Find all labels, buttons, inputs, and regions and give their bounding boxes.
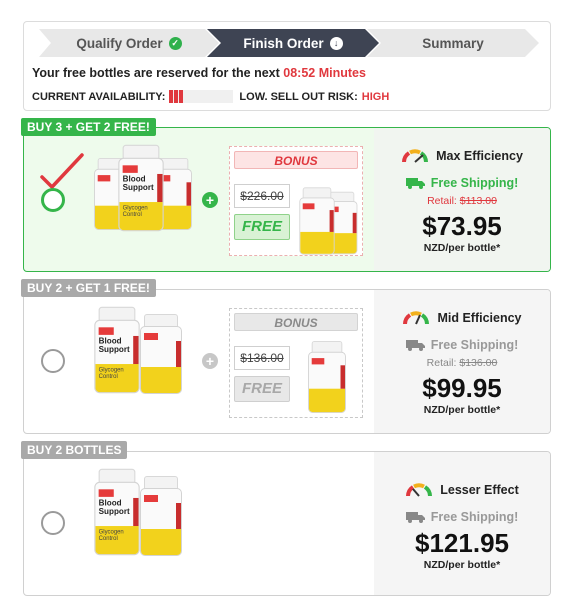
- offer-1-pricing: Max Efficiency Free Shipping! Retail: $1…: [374, 128, 550, 271]
- offer-2-pricing: Mid Efficiency Free Shipping! Retail: $1…: [374, 290, 550, 433]
- check-circle-icon: ✓: [168, 36, 182, 50]
- retail-price-row: Retail: $113.00: [374, 195, 550, 207]
- bonus-label: BONUS: [234, 313, 358, 331]
- checkmark-icon: [40, 153, 84, 189]
- retail-price: $136.00: [459, 357, 498, 369]
- offer-1-bonus-box: BONUS $226.00 FREE: [229, 146, 363, 256]
- truck-icon: [405, 178, 425, 189]
- bottle-image: [308, 341, 346, 413]
- countdown-timer: 08:52 Minutes: [283, 66, 366, 80]
- bottle-image: [299, 187, 335, 255]
- per-bottle-label: NZD/per bottle*: [423, 242, 501, 254]
- offer-card-buy2[interactable]: Blood Support Glycogen Control Lesser Eff…: [23, 451, 551, 596]
- offer-3-radio[interactable]: [41, 511, 65, 535]
- efficiency-label: Max Efficiency: [436, 149, 523, 163]
- availability-row: CURRENT AVAILABILITY: LOW. SELL OUT RISK…: [32, 90, 389, 103]
- checkout-progress-panel: Qualify Order ✓ Finish Order ↓ Summary Y…: [23, 21, 551, 111]
- bonus-free-label: FREE: [234, 214, 290, 240]
- shipping-row: Free Shipping!: [374, 510, 550, 524]
- shipping-row: Free Shipping!: [374, 176, 550, 190]
- offer-price: $121.95: [415, 528, 509, 558]
- gauge-icon: [406, 483, 433, 497]
- bottle-title-2: Support: [98, 506, 130, 517]
- checkout-steps: Qualify Order ✓ Finish Order ↓ Summary: [39, 29, 539, 57]
- offer-2-radio[interactable]: [41, 349, 65, 373]
- plus-icon: +: [202, 192, 218, 208]
- availability-label: CURRENT AVAILABILITY:: [32, 90, 166, 103]
- bonus-old-price: $136.00: [234, 346, 290, 370]
- stock-segment: [174, 90, 179, 103]
- retail-label: Retail:: [427, 195, 457, 207]
- efficiency-row: Max Efficiency: [374, 148, 550, 164]
- efficiency-row: Lesser Effect: [374, 482, 550, 498]
- reservation-message: Your free bottles are reserved for the n…: [32, 66, 366, 80]
- offer-price: $73.95: [422, 211, 502, 241]
- reservation-text: Your free bottles are reserved for the n…: [32, 66, 280, 80]
- bonus-label: BONUS: [234, 151, 358, 169]
- risk-value: HIGH: [361, 90, 390, 103]
- efficiency-label: Mid Efficiency: [437, 311, 522, 325]
- offer-3-tag: BUY 2 BOTTLES: [21, 441, 128, 459]
- arrow-down-circle-icon: ↓: [329, 36, 343, 50]
- bottle-image: [140, 476, 182, 556]
- bottle-subtitle: Glycogen Control: [98, 367, 124, 381]
- step-summary-label: Summary: [422, 35, 484, 51]
- bottle-image: Blood Support Glycogen Control: [94, 468, 140, 556]
- offer-2-tag: BUY 2 + GET 1 FREE!: [21, 279, 156, 297]
- bottle-image: Blood Support Glycogen Control: [118, 144, 164, 232]
- offer-2-bonus-box: BONUS $136.00 FREE: [229, 308, 363, 418]
- shipping-label: Free Shipping!: [430, 338, 519, 352]
- truck-icon: [405, 340, 425, 351]
- bonus-old-price: $226.00: [234, 184, 290, 208]
- offer-1-tag: BUY 3 + GET 2 FREE!: [21, 118, 156, 136]
- step-qualify-label: Qualify Order: [76, 35, 163, 51]
- retail-price-row: Retail: $136.00: [374, 357, 550, 369]
- offer-1-radio[interactable]: [41, 188, 65, 212]
- per-bottle-label: NZD/per bottle*: [423, 404, 501, 416]
- per-bottle-label: NZD/per bottle*: [423, 559, 501, 571]
- bottle-subtitle: Glycogen Control: [122, 205, 148, 219]
- bottle-subtitle: Glycogen Control: [98, 529, 124, 543]
- step-summary[interactable]: Summary: [367, 29, 539, 57]
- offer-card-buy2-get1[interactable]: Blood Support Glycogen Control + BONUS $1…: [23, 289, 551, 434]
- gauge-icon: [402, 149, 429, 163]
- step-qualify-order[interactable]: Qualify Order ✓: [39, 29, 219, 57]
- risk-label: LOW. SELL OUT RISK:: [239, 90, 358, 103]
- offer-3-pricing: Lesser Effect Free Shipping! $121.95 NZD…: [374, 452, 550, 595]
- efficiency-label: Lesser Effect: [440, 483, 519, 497]
- plus-icon: +: [202, 353, 218, 369]
- stock-segment: [169, 90, 174, 103]
- truck-icon: [405, 512, 425, 523]
- bottle-title-2: Support: [98, 344, 130, 355]
- stock-segment: [179, 90, 184, 103]
- bottle-image: [140, 314, 182, 394]
- gauge-icon: [403, 311, 430, 325]
- offer-card-buy3-get2[interactable]: Blood Support Glycogen Control + BONUS $2…: [23, 127, 551, 272]
- bonus-free-label: FREE: [234, 376, 290, 402]
- shipping-label: Free Shipping!: [430, 510, 519, 524]
- shipping-label: Free Shipping!: [430, 176, 519, 190]
- shipping-row: Free Shipping!: [374, 338, 550, 352]
- bottle-title-2: Support: [122, 182, 154, 193]
- retail-label: Retail:: [426, 357, 457, 369]
- bottle-image: Blood Support Glycogen Control: [94, 306, 140, 394]
- offer-price: $99.95: [422, 373, 502, 403]
- stock-level-bar: [169, 90, 234, 103]
- efficiency-row: Mid Efficiency: [374, 310, 550, 326]
- retail-price: $113.00: [459, 195, 497, 207]
- step-finish-order[interactable]: Finish Order ↓: [207, 29, 379, 57]
- step-finish-label: Finish Order: [243, 35, 324, 51]
